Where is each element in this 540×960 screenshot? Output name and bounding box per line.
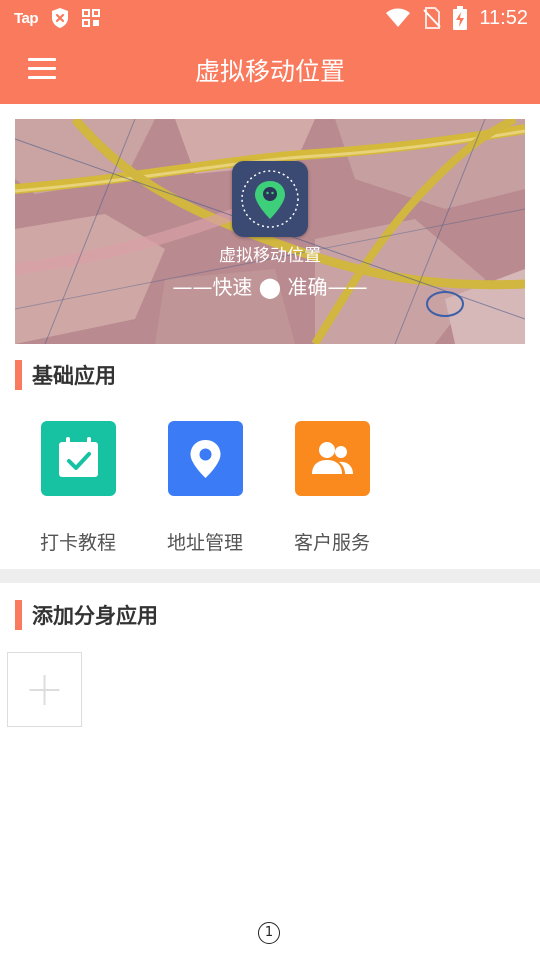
section-accent-bar — [15, 600, 22, 630]
app-label-customer-service: 客户服务 — [293, 532, 370, 554]
location-pin-logo-icon — [232, 161, 308, 237]
banner-slogan: ——快速 ⬤ 准确—— — [172, 275, 368, 299]
plus-icon — [29, 675, 60, 705]
bottom-marker: 1 — [258, 922, 280, 944]
people-icon[interactable] — [294, 421, 370, 496]
app-item-customer-service[interactable]: 客户服务 — [277, 421, 387, 555]
clone-apps-title: 添加分身应用 — [32, 604, 158, 628]
status-left: Tap — [14, 7, 101, 29]
tap-logo-icon: Tap — [14, 9, 39, 27]
app-label-checkin-tutorial: 打卡教程 — [39, 532, 116, 554]
status-right: 11:52 — [385, 6, 528, 30]
app-label-address-management: 地址管理 — [166, 532, 243, 554]
status-bar: Tap 11:52 — [0, 0, 540, 36]
section-divider — [0, 569, 540, 583]
no-sim-icon — [423, 7, 442, 29]
banner-app-name: 虚拟移动位置 — [219, 246, 321, 266]
add-clone-app-button[interactable] — [7, 652, 82, 727]
status-time: 11:52 — [479, 6, 528, 29]
banner[interactable]: 虚拟移动位置 ——快速 ⬤ 准确—— — [15, 119, 525, 344]
basic-apps-header: 基础应用 — [15, 360, 116, 390]
app-item-address-management[interactable]: 地址管理 — [150, 421, 260, 555]
location-pin-icon[interactable] — [167, 421, 243, 496]
app-item-checkin-tutorial[interactable]: 打卡教程 — [23, 421, 133, 555]
battery-charging-icon — [453, 6, 468, 30]
section-accent-bar — [15, 360, 22, 390]
shield-x-icon — [52, 8, 69, 28]
page-title: 虚拟移动位置 — [194, 57, 345, 86]
basic-apps-title: 基础应用 — [32, 364, 116, 388]
calendar-check-icon[interactable] — [40, 421, 116, 496]
wifi-icon — [386, 8, 411, 27]
app-header: 虚拟移动位置 — [0, 36, 540, 104]
clone-apps-header: 添加分身应用 — [15, 600, 158, 630]
qr-grid-icon — [82, 9, 101, 27]
